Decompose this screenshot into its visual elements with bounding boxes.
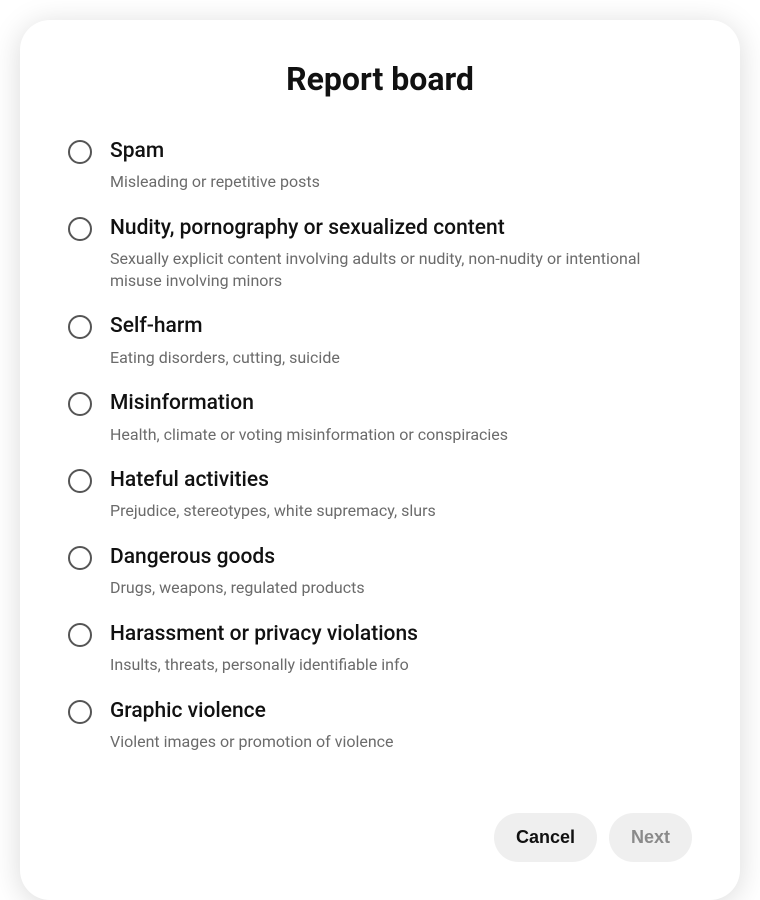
radio-icon[interactable] [68,623,92,647]
option-desc: Drugs, weapons, regulated products [110,577,365,599]
option-dangerous-goods[interactable]: Dangerous goods Drugs, weapons, regulate… [68,544,692,599]
option-desc: Insults, threats, personally identifiabl… [110,654,418,676]
option-text: Spam Misleading or repetitive posts [110,138,320,193]
option-nudity[interactable]: Nudity, pornography or sexualized conten… [68,215,692,291]
option-label: Graphic violence [110,698,394,725]
report-board-modal: Report board Spam Misleading or repetiti… [20,20,740,900]
option-label: Spam [110,138,320,165]
option-label: Self-harm [110,313,340,340]
option-text: Misinformation Health, climate or voting… [110,390,508,445]
radio-icon[interactable] [68,217,92,241]
option-desc: Violent images or promotion of violence [110,731,394,753]
next-button[interactable]: Next [609,813,692,862]
option-text: Nudity, pornography or sexualized conten… [110,215,692,291]
option-label: Dangerous goods [110,544,365,571]
option-text: Dangerous goods Drugs, weapons, regulate… [110,544,365,599]
radio-icon[interactable] [68,315,92,339]
option-desc: Sexually explicit content involving adul… [110,248,692,291]
radio-icon[interactable] [68,469,92,493]
option-text: Harassment or privacy violations Insults… [110,621,418,676]
report-options-list: Spam Misleading or repetitive posts Nudi… [68,138,692,753]
radio-icon[interactable] [68,140,92,164]
option-spam[interactable]: Spam Misleading or repetitive posts [68,138,692,193]
cancel-button[interactable]: Cancel [494,813,597,862]
option-desc: Prejudice, stereotypes, white supremacy,… [110,500,436,522]
option-hateful-activities[interactable]: Hateful activities Prejudice, stereotype… [68,467,692,522]
radio-icon[interactable] [68,392,92,416]
radio-icon[interactable] [68,546,92,570]
option-desc: Health, climate or voting misinformation… [110,424,508,446]
option-harassment[interactable]: Harassment or privacy violations Insults… [68,621,692,676]
option-text: Self-harm Eating disorders, cutting, sui… [110,313,340,368]
option-misinformation[interactable]: Misinformation Health, climate or voting… [68,390,692,445]
option-label: Nudity, pornography or sexualized conten… [110,215,692,242]
option-label: Misinformation [110,390,508,417]
option-graphic-violence[interactable]: Graphic violence Violent images or promo… [68,698,692,753]
option-self-harm[interactable]: Self-harm Eating disorders, cutting, sui… [68,313,692,368]
option-desc: Misleading or repetitive posts [110,171,320,193]
option-text: Hateful activities Prejudice, stereotype… [110,467,436,522]
option-label: Harassment or privacy violations [110,621,418,648]
modal-footer: Cancel Next [68,813,692,862]
option-text: Graphic violence Violent images or promo… [110,698,394,753]
modal-title: Report board [68,60,692,98]
radio-icon[interactable] [68,700,92,724]
option-label: Hateful activities [110,467,436,494]
option-desc: Eating disorders, cutting, suicide [110,347,340,369]
